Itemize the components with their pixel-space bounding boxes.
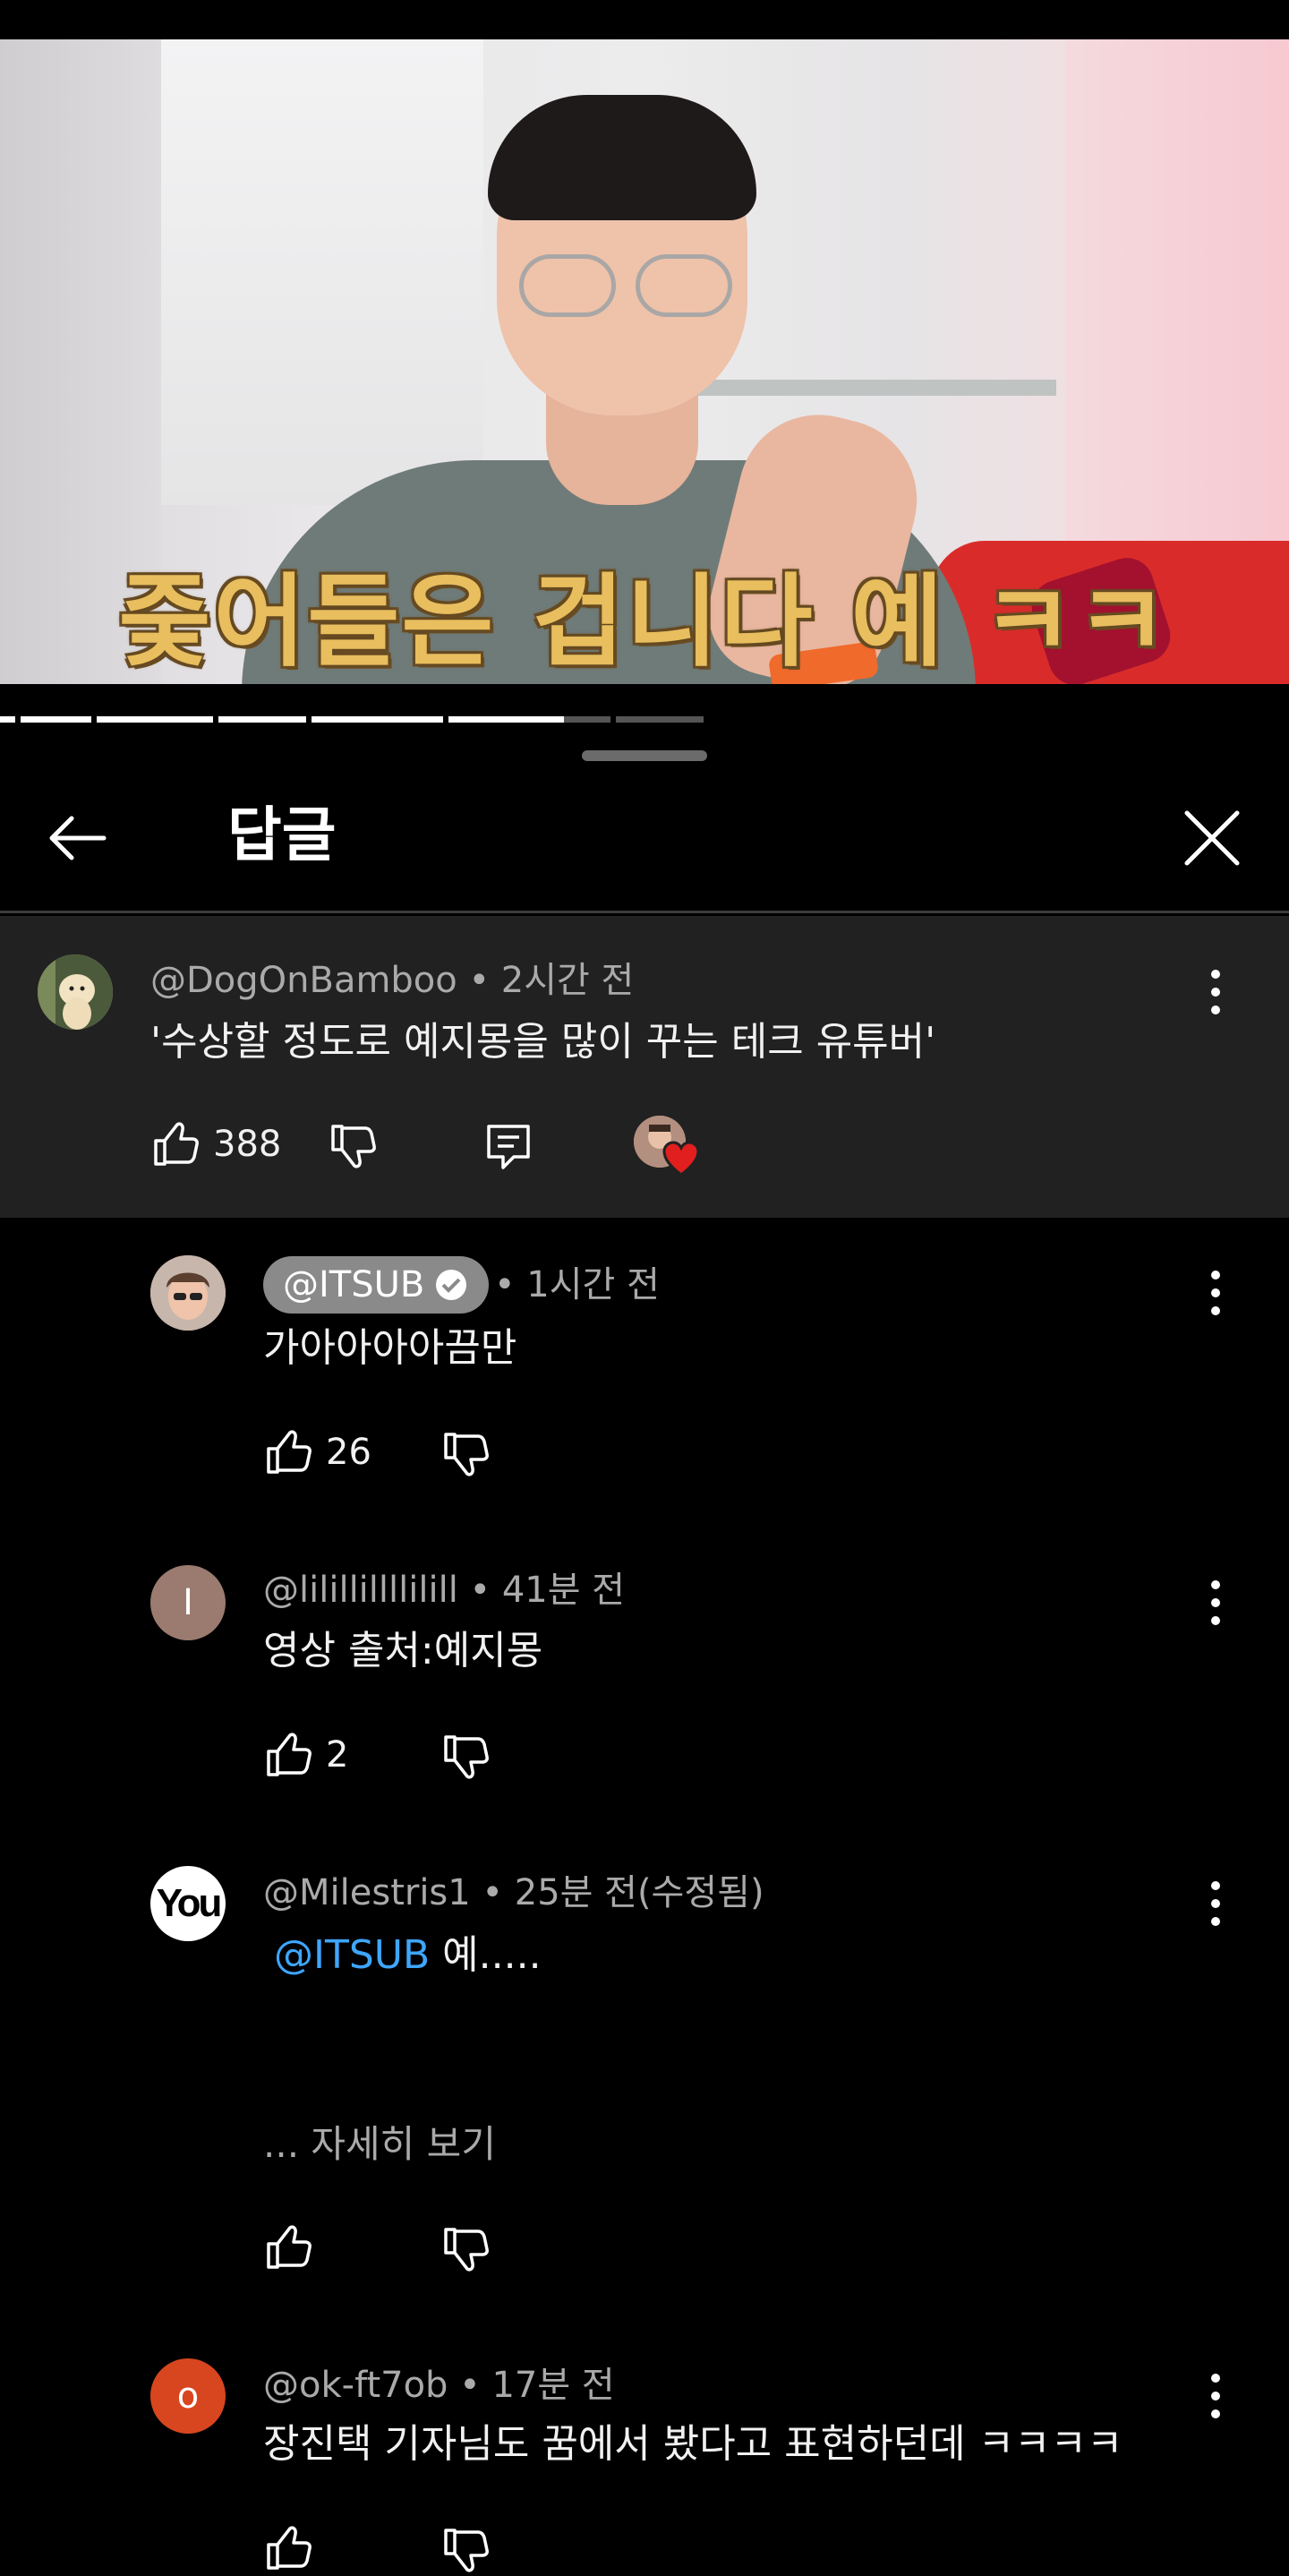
more-options-icon[interactable] — [1198, 1877, 1234, 1930]
dislike-icon[interactable] — [440, 2224, 491, 2274]
comment-time: • 25분 전(수정됨) — [470, 1872, 764, 1913]
video-player[interactable]: 줒어들은 겁니다 예 ㅋㅋ — [0, 39, 1289, 684]
sheet-drag-handle[interactable] — [582, 750, 707, 761]
more-options-icon[interactable] — [1198, 1576, 1234, 1630]
video-background — [1065, 39, 1289, 541]
comment-author[interactable]: @ok-ft7ob — [263, 2365, 448, 2406]
avatar[interactable]: I — [150, 1565, 226, 1640]
read-more-link[interactable]: ... 자세히 보기 — [263, 2118, 496, 2170]
comment-author[interactable]: @Milestris1 — [263, 1872, 471, 1913]
like-icon[interactable] — [263, 1730, 313, 1780]
dog-avatar-icon — [38, 954, 113, 1030]
verified-check-icon — [436, 1270, 467, 1300]
more-options-icon[interactable] — [1198, 2369, 1234, 2423]
channel-owner-chip[interactable]: @ITSUB — [263, 1256, 490, 1314]
video-person — [488, 95, 756, 220]
chapter-segment-fill — [218, 716, 306, 723]
comment-text: 가아아아아끔만 — [263, 1325, 517, 1371]
chapter-segment-fill — [21, 716, 91, 723]
chapter-segment[interactable] — [218, 716, 306, 723]
video-person — [519, 254, 743, 317]
status-bar — [0, 0, 1289, 39]
comment-text: '수상할 정도로 예지몽을 많이 꾸는 테크 유튜버' — [150, 1019, 936, 1065]
comment-text: @ITSUB 예..... — [263, 1929, 542, 1982]
video-background — [161, 39, 483, 505]
back-arrow-icon[interactable] — [45, 806, 109, 870]
avatar-letter: You — [156, 1881, 223, 1925]
heart-icon — [662, 1141, 700, 1177]
like-count: 388 — [213, 1124, 282, 1165]
avatar-letter: o — [176, 2375, 200, 2417]
chapter-segment[interactable] — [0, 716, 15, 723]
page-title: 답글 — [227, 800, 337, 869]
reply-icon[interactable] — [483, 1121, 534, 1171]
chapter-progress-bar[interactable] — [0, 716, 1289, 723]
like-icon[interactable] — [263, 1427, 313, 1477]
dislike-icon[interactable] — [440, 1429, 491, 1479]
chapter-segment[interactable] — [21, 716, 91, 723]
comment-text: 영상 출처:예지몽 — [263, 1628, 543, 1673]
chapter-segment-fill — [448, 716, 564, 723]
replies-header — [0, 772, 1289, 913]
comment-text-body: 예..... — [430, 1932, 542, 1978]
like-icon[interactable] — [263, 2523, 313, 2573]
like-count: 26 — [326, 1432, 371, 1473]
close-icon[interactable] — [1180, 806, 1244, 870]
like-icon[interactable] — [263, 2222, 313, 2272]
avatar-letter: I — [183, 1582, 193, 1623]
chapter-segment[interactable] — [97, 716, 213, 723]
comment-time: • 1시간 전 — [494, 1264, 660, 1305]
mention-link[interactable]: @ITSUB — [274, 1932, 430, 1978]
like-icon[interactable] — [150, 1119, 201, 1169]
comment-text: 장진택 기자님도 꿈에서 봤다고 표현하던데 ㅋㅋㅋㅋ — [263, 2421, 1123, 2467]
video-caption: 줒어들은 겁니다 예 ㅋㅋ — [119, 564, 1170, 680]
avatar[interactable]: o — [150, 2358, 226, 2434]
chapter-segment-fill — [97, 716, 213, 723]
comment-time: • 17분 전 — [448, 2365, 615, 2406]
comment-author: @ITSUB — [283, 1264, 425, 1305]
dislike-icon[interactable] — [328, 1121, 378, 1171]
comment-time: • 2시간 전 — [457, 960, 635, 1001]
chapter-segment-fill — [312, 716, 443, 723]
avatar[interactable] — [38, 954, 113, 1030]
comment-time: • 41분 전 — [457, 1570, 626, 1611]
chapter-segment[interactable] — [312, 716, 443, 723]
chapter-segment-fill — [0, 716, 15, 723]
comment-author[interactable]: @lilillillllilill — [263, 1570, 458, 1611]
chapter-segment[interactable] — [616, 716, 704, 723]
avatar[interactable]: You — [150, 1866, 226, 1941]
chapter-segment[interactable] — [448, 716, 610, 723]
avatar[interactable] — [150, 1255, 226, 1331]
like-count: 2 — [326, 1734, 349, 1776]
dislike-icon[interactable] — [440, 2525, 491, 2575]
more-options-icon[interactable] — [1198, 965, 1234, 1019]
more-options-icon[interactable] — [1198, 1266, 1234, 1320]
dislike-icon[interactable] — [440, 1732, 491, 1782]
comment-author[interactable]: @DogOnBamboo — [150, 960, 457, 1001]
